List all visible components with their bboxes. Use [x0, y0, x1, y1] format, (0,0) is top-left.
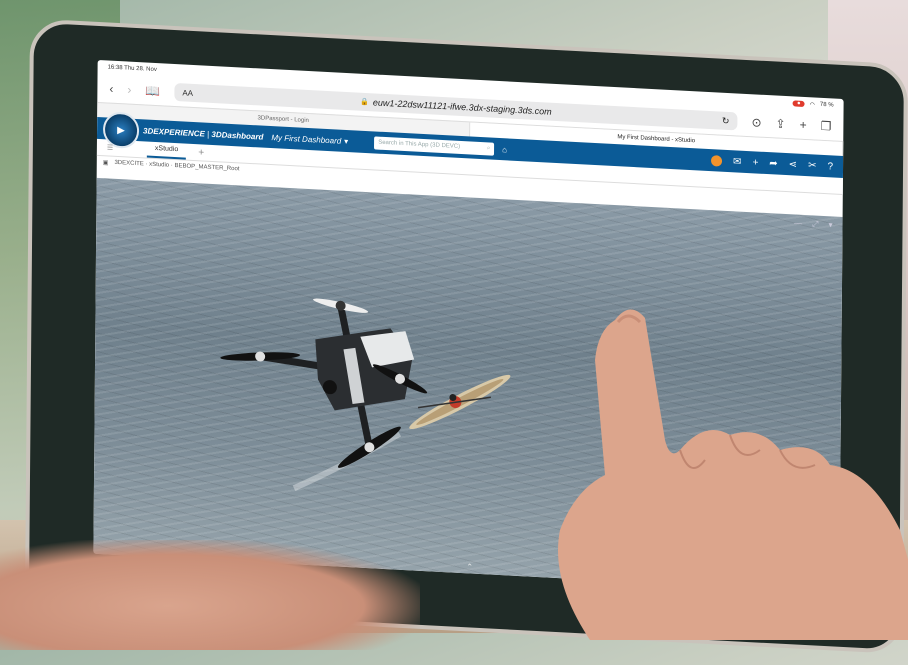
kayak — [409, 374, 511, 430]
lock-icon: 🔒 — [360, 98, 369, 107]
chevron-down-icon[interactable]: ▾ — [344, 136, 348, 145]
search-input[interactable]: Search in This App (3D DEVC) ⌕ — [374, 135, 495, 156]
status-time: 16:38 Thu 28. Nov — [107, 64, 157, 74]
search-icon[interactable]: ⌕ — [487, 145, 490, 152]
wifi-icon: ◠ — [809, 101, 815, 109]
recording-icon: ● — [792, 100, 805, 108]
object-path-label: 3DEXCITE · xStudio · BEBOP_MASTER_Root — [114, 159, 240, 173]
tab-xstudio[interactable]: xStudio — [146, 141, 187, 160]
share-arrow-icon[interactable]: ➦ — [769, 158, 777, 169]
dashboard-name[interactable]: My First Dashboard — [271, 133, 341, 146]
reload-icon[interactable]: ↻ — [722, 115, 730, 126]
add-icon[interactable]: + — [752, 157, 758, 168]
left-hand — [0, 540, 420, 650]
tag-icon[interactable]: ⌂ — [502, 145, 507, 154]
pointing-hand — [558, 309, 908, 640]
text-size-button[interactable]: AA — [182, 88, 193, 98]
new-tab-icon[interactable]: + — [800, 118, 807, 132]
menu-icon[interactable]: ☰ — [107, 143, 113, 151]
brand-label: 3DEXPERIENCE | 3DDashboard — [143, 125, 264, 142]
help-icon[interactable]: ? — [827, 161, 833, 172]
notifications-icon[interactable]: ✉ — [733, 156, 741, 167]
add-tab-icon[interactable]: + — [198, 147, 204, 158]
dashboard-actions: ✉ + ➦ ⋖ ✂ ? — [711, 154, 843, 173]
tools-icon[interactable]: ✂ — [808, 160, 816, 171]
back-icon[interactable]: ‹ — [109, 82, 113, 96]
tabs-overview-icon[interactable]: ❐ — [821, 119, 832, 134]
chevron-up-icon[interactable]: ⌃ — [466, 562, 473, 571]
network-share-icon[interactable]: ⋖ — [789, 159, 797, 170]
widget-icon: ▣ — [102, 159, 109, 167]
drone — [220, 298, 428, 468]
url-text: euw1-22dsw11121-ifwe.3dx-staging.3ds.com — [372, 97, 552, 117]
bookmarks-icon[interactable]: 📖 — [145, 83, 160, 98]
forward-icon[interactable]: › — [127, 83, 131, 97]
download-icon[interactable]: ⊙ — [751, 115, 761, 130]
battery-level: 78 % — [819, 101, 834, 109]
share-icon[interactable]: ⇪ — [775, 116, 785, 131]
avatar[interactable] — [711, 154, 723, 167]
